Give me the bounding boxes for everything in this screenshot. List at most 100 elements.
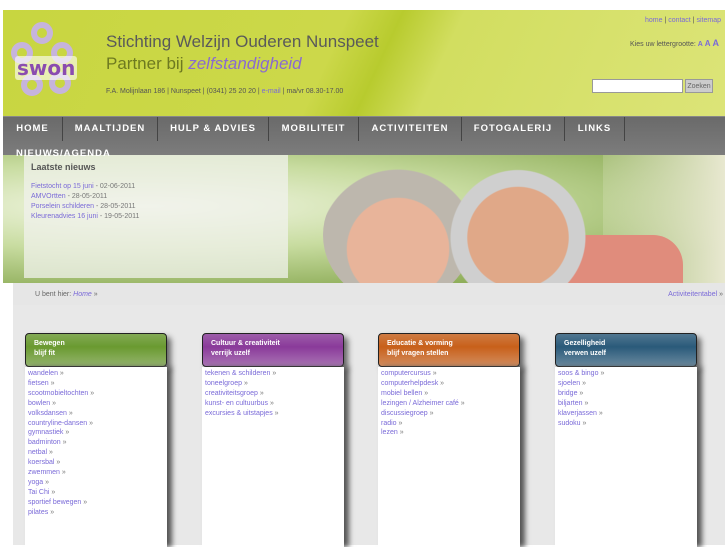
news-link[interactable]: Fietstocht op 15 juni xyxy=(31,183,94,190)
activity-link[interactable]: sudoku xyxy=(558,420,581,427)
category-subtitle: blijf fit xyxy=(34,350,55,357)
arrow-icon: » xyxy=(83,498,88,506)
top-links: home | contact | sitemap xyxy=(644,17,721,24)
activity-link[interactable]: badminton xyxy=(28,439,61,446)
font-small[interactable]: A xyxy=(698,41,703,48)
arrow-icon: » xyxy=(274,409,279,417)
nav-links[interactable]: LINKS xyxy=(565,117,625,141)
activity-link[interactable]: biljarten xyxy=(558,400,583,407)
activity-link[interactable]: creativiteitsgroep xyxy=(205,390,258,397)
list-item: yoga » xyxy=(28,478,164,488)
category-title: Gezelligheid xyxy=(564,340,606,347)
news-link[interactable]: Kleurenadvies 16 juni xyxy=(31,213,98,220)
arrow-icon: » xyxy=(582,379,587,387)
arrow-icon: » xyxy=(432,370,437,377)
activity-link[interactable]: zwemmen xyxy=(28,469,60,476)
news-item: Kleurenadvies 16 juni - 19-05-2011 xyxy=(31,213,140,220)
contact-link[interactable]: contact xyxy=(668,17,691,24)
site-title: Stichting Welzijn Ouderen Nunspeet xyxy=(106,32,379,51)
activity-link[interactable]: koersbal xyxy=(28,459,54,466)
category-header: Cultuur & creativiteit verrijk uzelf xyxy=(202,333,344,367)
list-item: klaverjassen » xyxy=(558,409,694,419)
arrow-icon: » xyxy=(429,409,434,417)
list-item: excursies & uitstapjes » xyxy=(205,409,341,419)
font-size-chooser: Kies uw lettergrootte: A A A xyxy=(630,38,719,48)
news-item: AMVOrtten - 28-05-2011 xyxy=(31,193,108,200)
arrow-icon: » xyxy=(579,389,584,397)
category-column: Gezelligheid verwen uzelf soos & bingo » sj… xyxy=(555,333,697,547)
category-subtitle: blijf vragen stellen xyxy=(387,350,449,357)
news-link[interactable]: Porselein schilderen xyxy=(31,203,94,210)
list-item: koersbal » xyxy=(28,458,164,468)
activity-link[interactable]: klaverjassen xyxy=(558,410,597,417)
activity-link[interactable]: kunst- en cultuurbus xyxy=(205,400,268,407)
font-large[interactable]: A xyxy=(713,38,720,48)
activity-link[interactable]: pilates xyxy=(28,509,48,516)
activity-link[interactable]: Tai Chi xyxy=(28,489,49,496)
list-item: countryline-dansen » xyxy=(28,419,164,429)
activity-link[interactable]: mobiel bellen xyxy=(381,390,422,397)
activiteitentabel-link[interactable]: Activiteitentabel xyxy=(668,291,717,298)
arrow-icon: » xyxy=(440,379,445,387)
activity-link[interactable]: excursies & uitstapjes xyxy=(205,410,273,417)
activity-link[interactable]: soos & bingo xyxy=(558,370,598,377)
category-title: Educatie & vorming xyxy=(387,340,453,347)
activity-link[interactable]: discussiegroep xyxy=(381,410,428,417)
category-list: computercursus » computerhelpdesk » mobiel… xyxy=(378,367,520,547)
nav-home[interactable]: HOME xyxy=(3,117,63,141)
home-link[interactable]: home xyxy=(645,17,663,24)
activity-link[interactable]: yoga xyxy=(28,479,43,486)
search-button[interactable]: Zoeken xyxy=(685,79,713,93)
activity-link[interactable]: lezen xyxy=(381,429,398,436)
news-title: Laatste nieuws xyxy=(31,162,96,172)
category-list: wandelen » fietsen » scootmobieltochten » b… xyxy=(25,367,167,547)
activity-link[interactable]: computercursus xyxy=(381,370,431,377)
arrow-icon: » xyxy=(243,379,248,387)
activity-link[interactable]: volksdansen xyxy=(28,410,67,417)
list-item: fietsen » xyxy=(28,379,164,389)
activity-link[interactable]: toneelgroep xyxy=(205,380,242,387)
sitemap-link[interactable]: sitemap xyxy=(696,17,721,24)
activity-link[interactable]: bowlen xyxy=(28,400,50,407)
activity-link[interactable]: sportief bewegen xyxy=(28,499,81,506)
email-link[interactable]: e-mail xyxy=(262,88,281,95)
activity-link[interactable]: countryline-dansen xyxy=(28,420,87,427)
activity-link[interactable]: bridge xyxy=(558,390,577,397)
activity-link[interactable]: netbal xyxy=(28,449,47,456)
activity-link[interactable]: gymnastiek xyxy=(28,429,63,436)
nav-activiteiten[interactable]: ACTIVITEITEN xyxy=(359,117,462,141)
arrow-icon: » xyxy=(50,379,55,387)
nav-hulp-advies[interactable]: HULP & ADVIES xyxy=(158,117,269,141)
nav-nieuws-agenda[interactable]: NIEUWS/AGENDA xyxy=(16,148,111,159)
activity-link[interactable]: wandelen xyxy=(28,370,58,377)
activity-link[interactable]: radio xyxy=(381,420,397,427)
category-header: Educatie & vorming blijf vragen stellen xyxy=(378,333,520,367)
nav-fotogalerij[interactable]: FOTOGALERIJ xyxy=(462,117,565,141)
category-subtitle: verwen uzelf xyxy=(564,350,607,357)
activity-link[interactable]: tekenen & schilderen xyxy=(205,370,270,377)
arrow-icon: » xyxy=(584,399,589,407)
category-header: Gezelligheid verwen uzelf xyxy=(555,333,697,367)
nav-mobiliteit[interactable]: MOBILITEIT xyxy=(269,117,359,141)
arrow-icon: » xyxy=(61,469,66,477)
font-medium[interactable]: A xyxy=(705,39,711,48)
activity-link[interactable]: fietsen xyxy=(28,380,49,387)
list-item: creativiteitsgroep » xyxy=(205,389,341,399)
nav-maaltijden[interactable]: MAALTIJDEN xyxy=(63,117,158,141)
activity-link[interactable]: sjoelen xyxy=(558,380,580,387)
arrow-icon: » xyxy=(65,429,70,437)
search-input[interactable] xyxy=(592,79,683,93)
list-item: bowlen » xyxy=(28,399,164,409)
activity-link[interactable]: lezingen / Alzheimer café xyxy=(381,400,459,407)
category-title: Cultuur & creativiteit xyxy=(211,340,280,347)
breadcrumb-home[interactable]: Home xyxy=(73,291,92,298)
news-link[interactable]: AMVOrtten xyxy=(31,193,66,200)
activity-link[interactable]: scootmobieltochten xyxy=(28,390,88,397)
list-item: lezingen / Alzheimer café » xyxy=(381,399,517,409)
list-item: biljarten » xyxy=(558,399,694,409)
list-item: kunst- en cultuurbus » xyxy=(205,399,341,409)
arrow-icon: » xyxy=(49,449,53,457)
activity-link[interactable]: computerhelpdesk xyxy=(381,380,438,387)
arrow-icon: » xyxy=(89,419,94,427)
swon-logo[interactable]: swon xyxy=(11,22,81,102)
